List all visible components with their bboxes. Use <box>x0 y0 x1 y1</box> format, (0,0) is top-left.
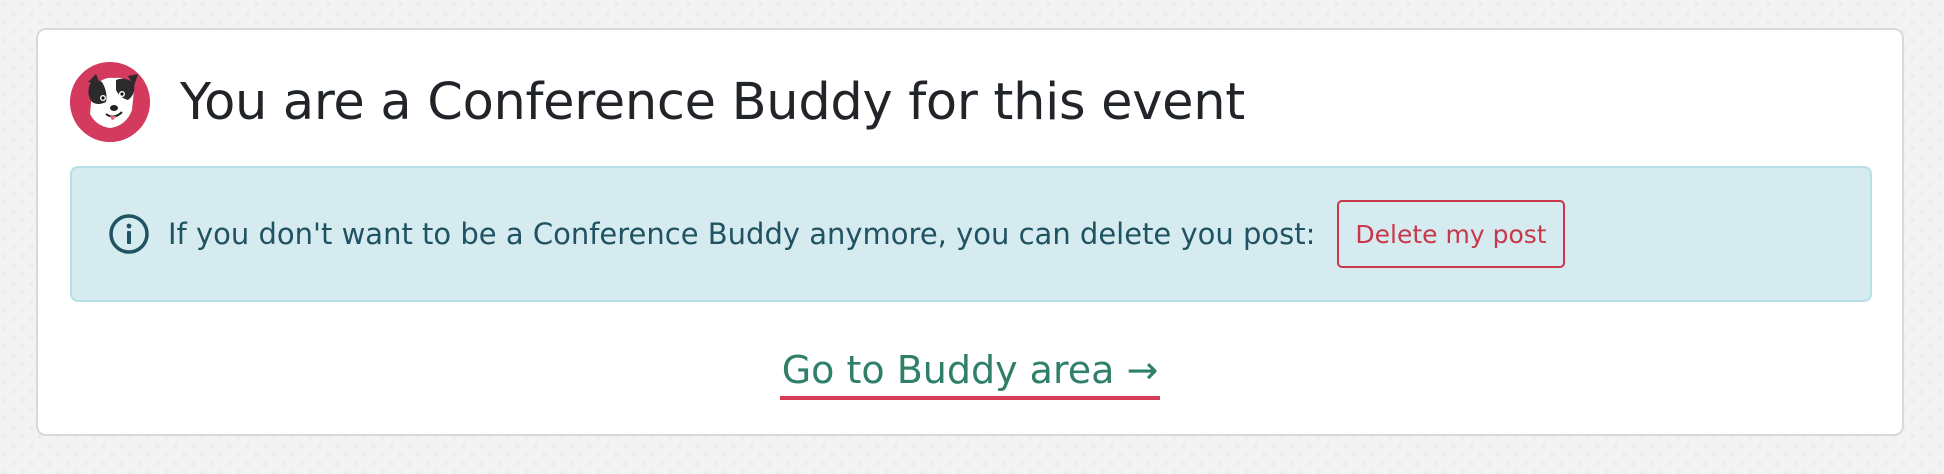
info-icon <box>109 214 149 254</box>
card-header: You are a Conference Buddy for this even… <box>70 62 1245 142</box>
dog-avatar-icon <box>70 62 150 142</box>
info-alert: If you don't want to be a Conference Bud… <box>70 166 1872 302</box>
buddy-card: You are a Conference Buddy for this even… <box>36 28 1904 436</box>
buddy-link-container: Go to Buddy area → <box>38 348 1902 400</box>
go-to-buddy-area-link[interactable]: Go to Buddy area → <box>779 348 1161 400</box>
page-title: You are a Conference Buddy for this even… <box>180 72 1245 132</box>
alert-message: If you don't want to be a Conference Bud… <box>168 217 1316 251</box>
delete-post-button[interactable]: Delete my post <box>1337 200 1565 268</box>
